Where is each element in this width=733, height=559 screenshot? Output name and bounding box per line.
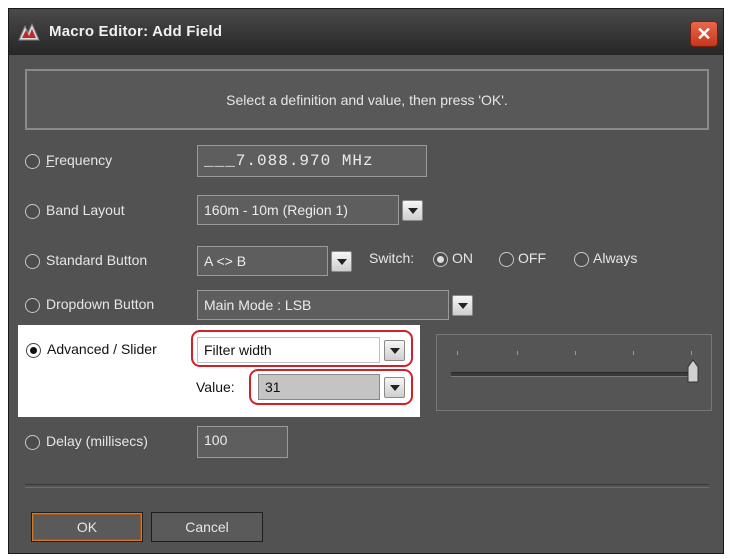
band-layout-dropdown-button[interactable]	[402, 200, 423, 221]
dropdown-button-label: Dropdown Button	[46, 296, 155, 312]
value-label: Value:	[196, 379, 235, 395]
frequency-label-accesskey: F	[46, 152, 55, 168]
standard-button-label: Standard Button	[46, 252, 148, 268]
slider-tick	[691, 351, 692, 355]
advanced-slider-label: Advanced / Slider	[47, 341, 157, 357]
instruction-text: Select a definition and value, then pres…	[226, 91, 508, 108]
delay-input[interactable]: 100	[197, 426, 288, 458]
frequency-radio[interactable]	[25, 154, 40, 169]
value-slider-track[interactable]	[451, 372, 697, 377]
delay-radio[interactable]	[25, 435, 40, 450]
delay-label: Delay (millisecs)	[46, 433, 148, 449]
switch-off-radio[interactable]	[499, 252, 514, 267]
slider-tick	[633, 351, 634, 355]
dropdown-button-select[interactable]: Main Mode : LSB	[197, 290, 449, 320]
switch-on-radio[interactable]	[433, 252, 448, 267]
band-layout-radio[interactable]	[25, 204, 40, 219]
slider-tick	[517, 351, 518, 355]
standard-button-select[interactable]: A <> B	[197, 246, 328, 276]
frequency-input[interactable]: ___7.088.970 MHz	[197, 145, 427, 177]
value-highlight-ring	[249, 369, 413, 405]
window-title: Macro Editor: Add Field	[49, 23, 223, 40]
switch-always-radio[interactable]	[574, 252, 589, 267]
dropdown-button-radio[interactable]	[25, 298, 40, 313]
divider	[25, 484, 709, 488]
slider-tick	[457, 351, 458, 355]
instruction-panel: Select a definition and value, then pres…	[25, 69, 709, 130]
title-bar[interactable]: Macro Editor: Add Field ✕	[9, 9, 723, 55]
value-slider-panel	[436, 334, 712, 411]
chevron-down-icon	[407, 207, 418, 214]
chevron-down-icon	[336, 258, 347, 265]
macro-editor-window: Macro Editor: Add Field ✕ Select a defin…	[8, 8, 724, 554]
standard-button-radio[interactable]	[25, 254, 40, 269]
switch-off-label: OFF	[518, 250, 546, 266]
switch-always-label: Always	[593, 250, 638, 266]
switch-label: Switch:	[369, 250, 415, 266]
macro-editor-app-icon	[18, 22, 40, 41]
chevron-down-icon	[457, 302, 468, 309]
dropdown-button-dropdown-button[interactable]	[452, 295, 473, 316]
value-slider-thumb[interactable]	[687, 359, 699, 383]
band-layout-select[interactable]: 160m - 10m (Region 1)	[197, 195, 399, 225]
frequency-label-rest: requency	[54, 152, 113, 168]
definition-highlight-ring	[191, 330, 413, 367]
standard-button-dropdown-button[interactable]	[331, 251, 352, 272]
slider-tick	[575, 351, 576, 355]
advanced-slider-radio[interactable]	[26, 343, 41, 358]
close-icon[interactable]: ✕	[690, 21, 718, 47]
switch-on-label: ON	[452, 250, 473, 266]
ok-button[interactable]: OK	[31, 512, 143, 542]
band-layout-label: Band Layout	[46, 202, 125, 218]
cancel-button[interactable]: Cancel	[151, 512, 263, 542]
frequency-label: Frequency	[46, 152, 112, 168]
